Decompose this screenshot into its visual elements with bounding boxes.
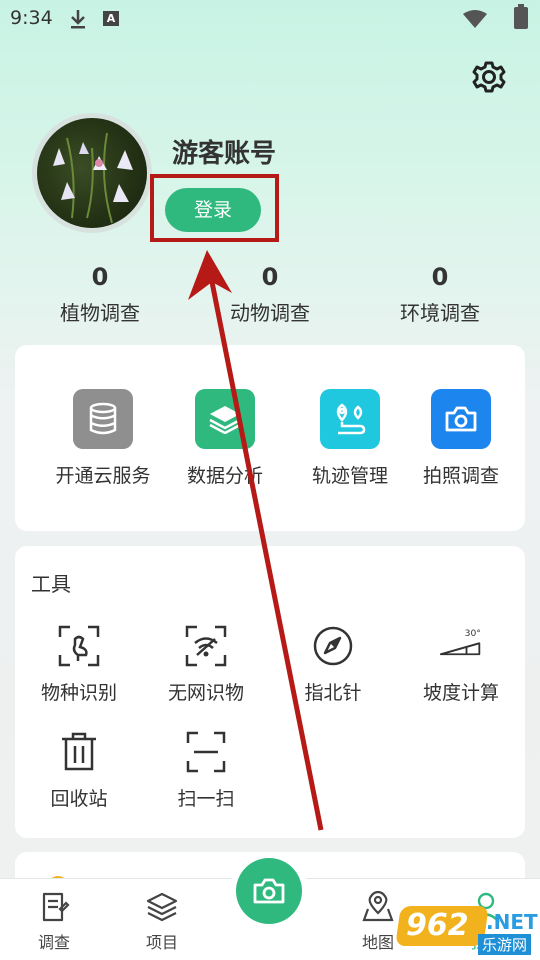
tool-scan[interactable]: 扫一扫 xyxy=(146,730,266,811)
tool-species-recognition[interactable]: 物种识别 xyxy=(19,624,139,705)
stat-label: 植物调查 xyxy=(60,301,140,325)
service-data-analysis[interactable]: 数据分析 xyxy=(165,389,285,488)
tool-label: 回收站 xyxy=(50,788,108,810)
service-track[interactable]: 轨迹管理 xyxy=(290,389,410,488)
user-name: 游客账号 xyxy=(172,139,277,169)
stat-label: 环境调查 xyxy=(400,301,480,325)
tools-card: 工具 物种识别 无网识物 指北针 30° 坡度计算 回收站 扫一扫 xyxy=(15,546,525,838)
wifi-icon xyxy=(463,10,487,28)
status-bar: 9:34 A xyxy=(0,0,540,36)
stat-value: 0 xyxy=(91,263,109,291)
camera-icon xyxy=(431,389,491,449)
tool-offline-recognition[interactable]: 无网识物 xyxy=(146,624,266,705)
notification-a-icon: A xyxy=(103,11,119,26)
stat-value: 0 xyxy=(261,263,279,291)
tools-title: 工具 xyxy=(31,572,71,596)
tool-label: 扫一扫 xyxy=(177,788,235,810)
nav-label: 调查 xyxy=(37,933,70,952)
services-card: 开通云服务 数据分析 轨迹管理 拍照调查 xyxy=(15,345,525,531)
slope-angle-text: 30° xyxy=(465,628,481,639)
service-label: 轨迹管理 xyxy=(311,465,388,487)
layers-icon xyxy=(146,892,178,922)
map-pin-icon xyxy=(362,890,394,922)
scan-icon xyxy=(184,730,228,774)
route-icon xyxy=(320,389,380,449)
watermark-text: 962 xyxy=(406,908,469,943)
tool-slope[interactable]: 30° 坡度计算 xyxy=(401,624,521,705)
stat-plant-survey[interactable]: 0 植物调查 xyxy=(35,263,165,326)
tool-recycle-bin[interactable]: 回收站 xyxy=(19,730,139,811)
database-icon xyxy=(73,389,133,449)
watermark-cn: 乐游网 xyxy=(478,934,532,955)
trash-icon xyxy=(57,730,101,774)
slope-icon: 30° xyxy=(439,624,483,668)
stat-animal-survey[interactable]: 0 动物调查 xyxy=(205,263,335,326)
stat-label: 动物调查 xyxy=(230,301,310,325)
watermark-net: .NET xyxy=(486,910,538,934)
login-button[interactable]: 登录 xyxy=(165,188,261,232)
avatar[interactable] xyxy=(32,113,152,233)
tool-label: 坡度计算 xyxy=(422,682,499,704)
status-time: 9:34 xyxy=(10,7,53,29)
download-icon xyxy=(71,10,85,29)
stat-value: 0 xyxy=(431,263,449,291)
tool-label: 无网识物 xyxy=(167,682,244,704)
nav-projects[interactable]: 项目 xyxy=(122,891,202,953)
nav-survey[interactable]: 调查 xyxy=(14,891,94,953)
service-label: 数据分析 xyxy=(186,465,263,487)
service-label: 开通云服务 xyxy=(55,465,151,487)
avatar-photo xyxy=(37,118,147,228)
compass-icon xyxy=(311,624,355,668)
tool-compass[interactable]: 指北针 xyxy=(273,624,393,705)
service-label: 拍照调查 xyxy=(422,465,499,487)
service-photo-survey[interactable]: 拍照调查 xyxy=(401,389,521,488)
stat-environment-survey[interactable]: 0 环境调查 xyxy=(375,263,505,326)
species-scan-icon xyxy=(57,624,101,668)
offline-scan-icon xyxy=(184,624,228,668)
battery-icon xyxy=(514,4,528,29)
tool-label: 指北针 xyxy=(304,682,362,704)
survey-icon xyxy=(42,892,70,922)
flower-photo xyxy=(53,132,133,224)
camera-button[interactable] xyxy=(236,858,302,924)
service-cloud[interactable]: 开通云服务 xyxy=(43,389,163,488)
gear-icon[interactable] xyxy=(472,60,506,94)
camera-icon xyxy=(253,878,285,904)
layers-icon xyxy=(195,389,255,449)
tool-label: 物种识别 xyxy=(40,682,117,704)
watermark-logo: 962 .NET 乐游网 xyxy=(395,906,538,956)
nav-label: 项目 xyxy=(145,933,178,952)
